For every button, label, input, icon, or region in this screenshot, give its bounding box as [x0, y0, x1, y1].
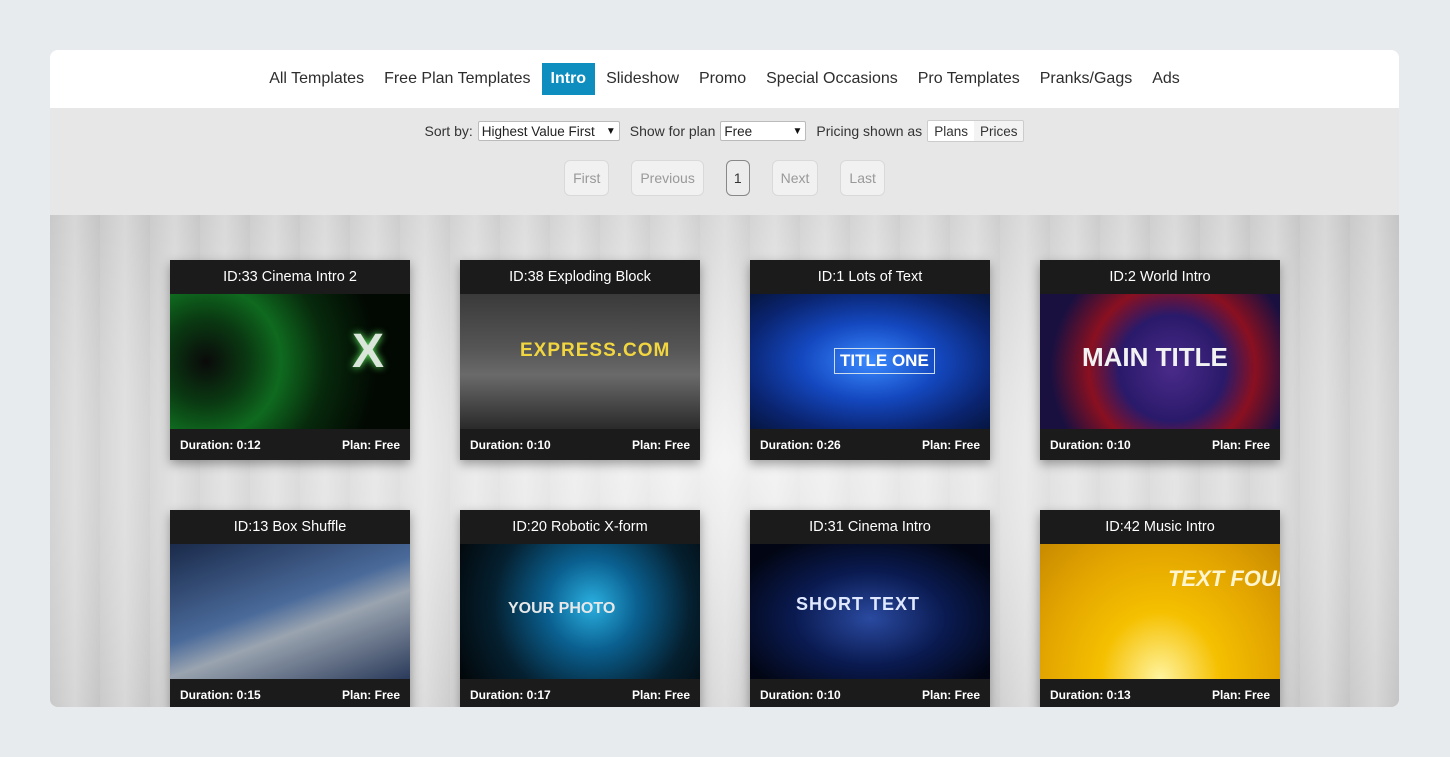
card-title: ID:33 Cinema Intro 2	[223, 269, 357, 285]
plan-select[interactable]: Free ▼	[720, 121, 807, 141]
current-page-button[interactable]: 1	[725, 160, 750, 196]
template-thumbnail[interactable]: MAIN TITLE	[1040, 294, 1280, 429]
template-thumbnail[interactable]: EXPRESS.COM	[460, 294, 700, 429]
thumb-text: EXPRESS.COM	[520, 340, 671, 361]
tab-pro-templates[interactable]: Pro Templates	[909, 63, 1029, 95]
card-duration: Duration: 0:10	[760, 687, 841, 702]
card-plan: Plan: Free	[1211, 437, 1270, 452]
tab-free-plan-templates[interactable]: Free Plan Templates	[375, 63, 539, 95]
template-thumbnail[interactable]: TITLE ONE	[750, 294, 990, 429]
thumb-text: MAIN TITLE	[1082, 342, 1228, 372]
tab-special-occasions[interactable]: Special Occasions	[757, 63, 907, 95]
card-footer: Duration: 0:15 Plan: Free	[170, 679, 410, 707]
tab-slideshow[interactable]: Slideshow	[597, 63, 688, 95]
template-thumbnail[interactable]	[170, 544, 410, 679]
pagination: First Previous 1 Next Last	[50, 160, 1399, 196]
card-footer: Duration: 0:10 Plan: Free	[1040, 429, 1280, 460]
template-card[interactable]: ID:42 Music Intro TEXT FOUR Duration: 0:…	[1040, 510, 1280, 707]
card-footer: Duration: 0:13 Plan: Free	[1040, 679, 1280, 707]
card-title: ID:1 Lots of Text	[817, 269, 923, 285]
card-plan: Plan: Free	[631, 687, 690, 702]
tab-intro[interactable]: Intro	[541, 63, 596, 95]
sort-label: Sort by:	[424, 123, 473, 139]
card-plan: Plan: Free	[631, 437, 690, 452]
chevron-down-icon: ▼	[792, 125, 803, 137]
template-gallery: ID:33 Cinema Intro 2 X Duration: 0:12 Pl…	[50, 215, 1399, 707]
pricing-toggle: Plans Prices	[927, 120, 1025, 142]
card-title: ID:31 Cinema Intro	[809, 519, 931, 535]
thumb-text: TITLE ONE	[834, 348, 935, 374]
template-card[interactable]: ID:38 Exploding Block EXPRESS.COM Durati…	[460, 260, 700, 460]
template-thumbnail[interactable]: TEXT FOUR	[1040, 544, 1280, 679]
sort-select-value: Highest Value First	[481, 123, 595, 139]
tab-pranks-gags[interactable]: Pranks/Gags	[1031, 63, 1141, 95]
next-page-button[interactable]: Next	[771, 160, 819, 196]
template-card[interactable]: ID:20 Robotic X-form YOUR PHOTO Duration…	[460, 510, 700, 707]
plan-label: Show for plan	[629, 123, 716, 139]
card-title: ID:38 Exploding Block	[509, 269, 651, 285]
card-title: ID:2 World Intro	[1109, 269, 1211, 285]
thumb-text: YOUR PHOTO	[508, 600, 616, 617]
card-duration: Duration: 0:10	[1050, 437, 1131, 452]
template-thumbnail[interactable]: YOUR PHOTO	[460, 544, 700, 679]
chevron-down-icon: ▼	[605, 125, 616, 137]
template-thumbnail[interactable]: X	[170, 294, 410, 429]
tab-all-templates[interactable]: All Templates	[260, 63, 373, 95]
previous-page-button[interactable]: Previous	[631, 160, 704, 196]
plan-select-value: Free	[724, 123, 753, 139]
template-card[interactable]: ID:2 World Intro MAIN TITLE Duration: 0:…	[1040, 260, 1280, 460]
tab-ads[interactable]: Ads	[1143, 63, 1189, 95]
card-footer: Duration: 0:26 Plan: Free	[750, 429, 990, 460]
card-title: ID:20 Robotic X-form	[512, 519, 648, 535]
card-plan: Plan: Free	[921, 687, 980, 702]
pricing-toggle-prices[interactable]: Prices	[973, 121, 1024, 141]
card-plan: Plan: Free	[341, 687, 400, 702]
card-duration: Duration: 0:17	[470, 687, 551, 702]
template-card[interactable]: ID:33 Cinema Intro 2 X Duration: 0:12 Pl…	[170, 260, 410, 460]
thumb-text: X	[352, 325, 385, 378]
pricing-toggle-plans[interactable]: Plans	[928, 121, 974, 141]
filter-row: Sort by: Highest Value First ▼ Show for …	[50, 120, 1399, 142]
card-plan: Plan: Free	[1211, 687, 1270, 702]
main-panel: All Templates Free Plan Templates Intro …	[50, 50, 1399, 707]
card-footer: Duration: 0:12 Plan: Free	[170, 429, 410, 460]
card-title: ID:13 Box Shuffle	[233, 519, 347, 535]
template-thumbnail[interactable]: SHORT TEXT	[750, 544, 990, 679]
card-footer: Duration: 0:10 Plan: Free	[750, 679, 990, 707]
template-card[interactable]: ID:31 Cinema Intro SHORT TEXT Duration: …	[750, 510, 990, 707]
card-duration: Duration: 0:26	[760, 437, 841, 452]
card-duration: Duration: 0:15	[180, 687, 261, 702]
card-footer: Duration: 0:10 Plan: Free	[460, 429, 700, 460]
card-footer: Duration: 0:17 Plan: Free	[460, 679, 700, 707]
template-card[interactable]: ID:1 Lots of Text TITLE ONE Duration: 0:…	[750, 260, 990, 460]
thumb-text: SHORT TEXT	[796, 594, 921, 614]
pricing-label: Pricing shown as	[816, 123, 923, 139]
first-page-button[interactable]: First	[564, 160, 610, 196]
card-plan: Plan: Free	[921, 437, 980, 452]
card-duration: Duration: 0:10	[470, 437, 551, 452]
filter-bar: Sort by: Highest Value First ▼ Show for …	[50, 108, 1399, 215]
template-card[interactable]: ID:13 Box Shuffle Duration: 0:15 Plan: F…	[170, 510, 410, 707]
tab-promo[interactable]: Promo	[690, 63, 755, 95]
thumb-text: TEXT FOUR	[1168, 566, 1280, 591]
sort-select[interactable]: Highest Value First ▼	[477, 121, 620, 141]
last-page-button[interactable]: Last	[840, 160, 885, 196]
card-duration: Duration: 0:13	[1050, 687, 1131, 702]
card-plan: Plan: Free	[341, 437, 400, 452]
card-duration: Duration: 0:12	[180, 437, 261, 452]
card-title: ID:42 Music Intro	[1105, 519, 1215, 535]
category-nav: All Templates Free Plan Templates Intro …	[50, 50, 1399, 108]
